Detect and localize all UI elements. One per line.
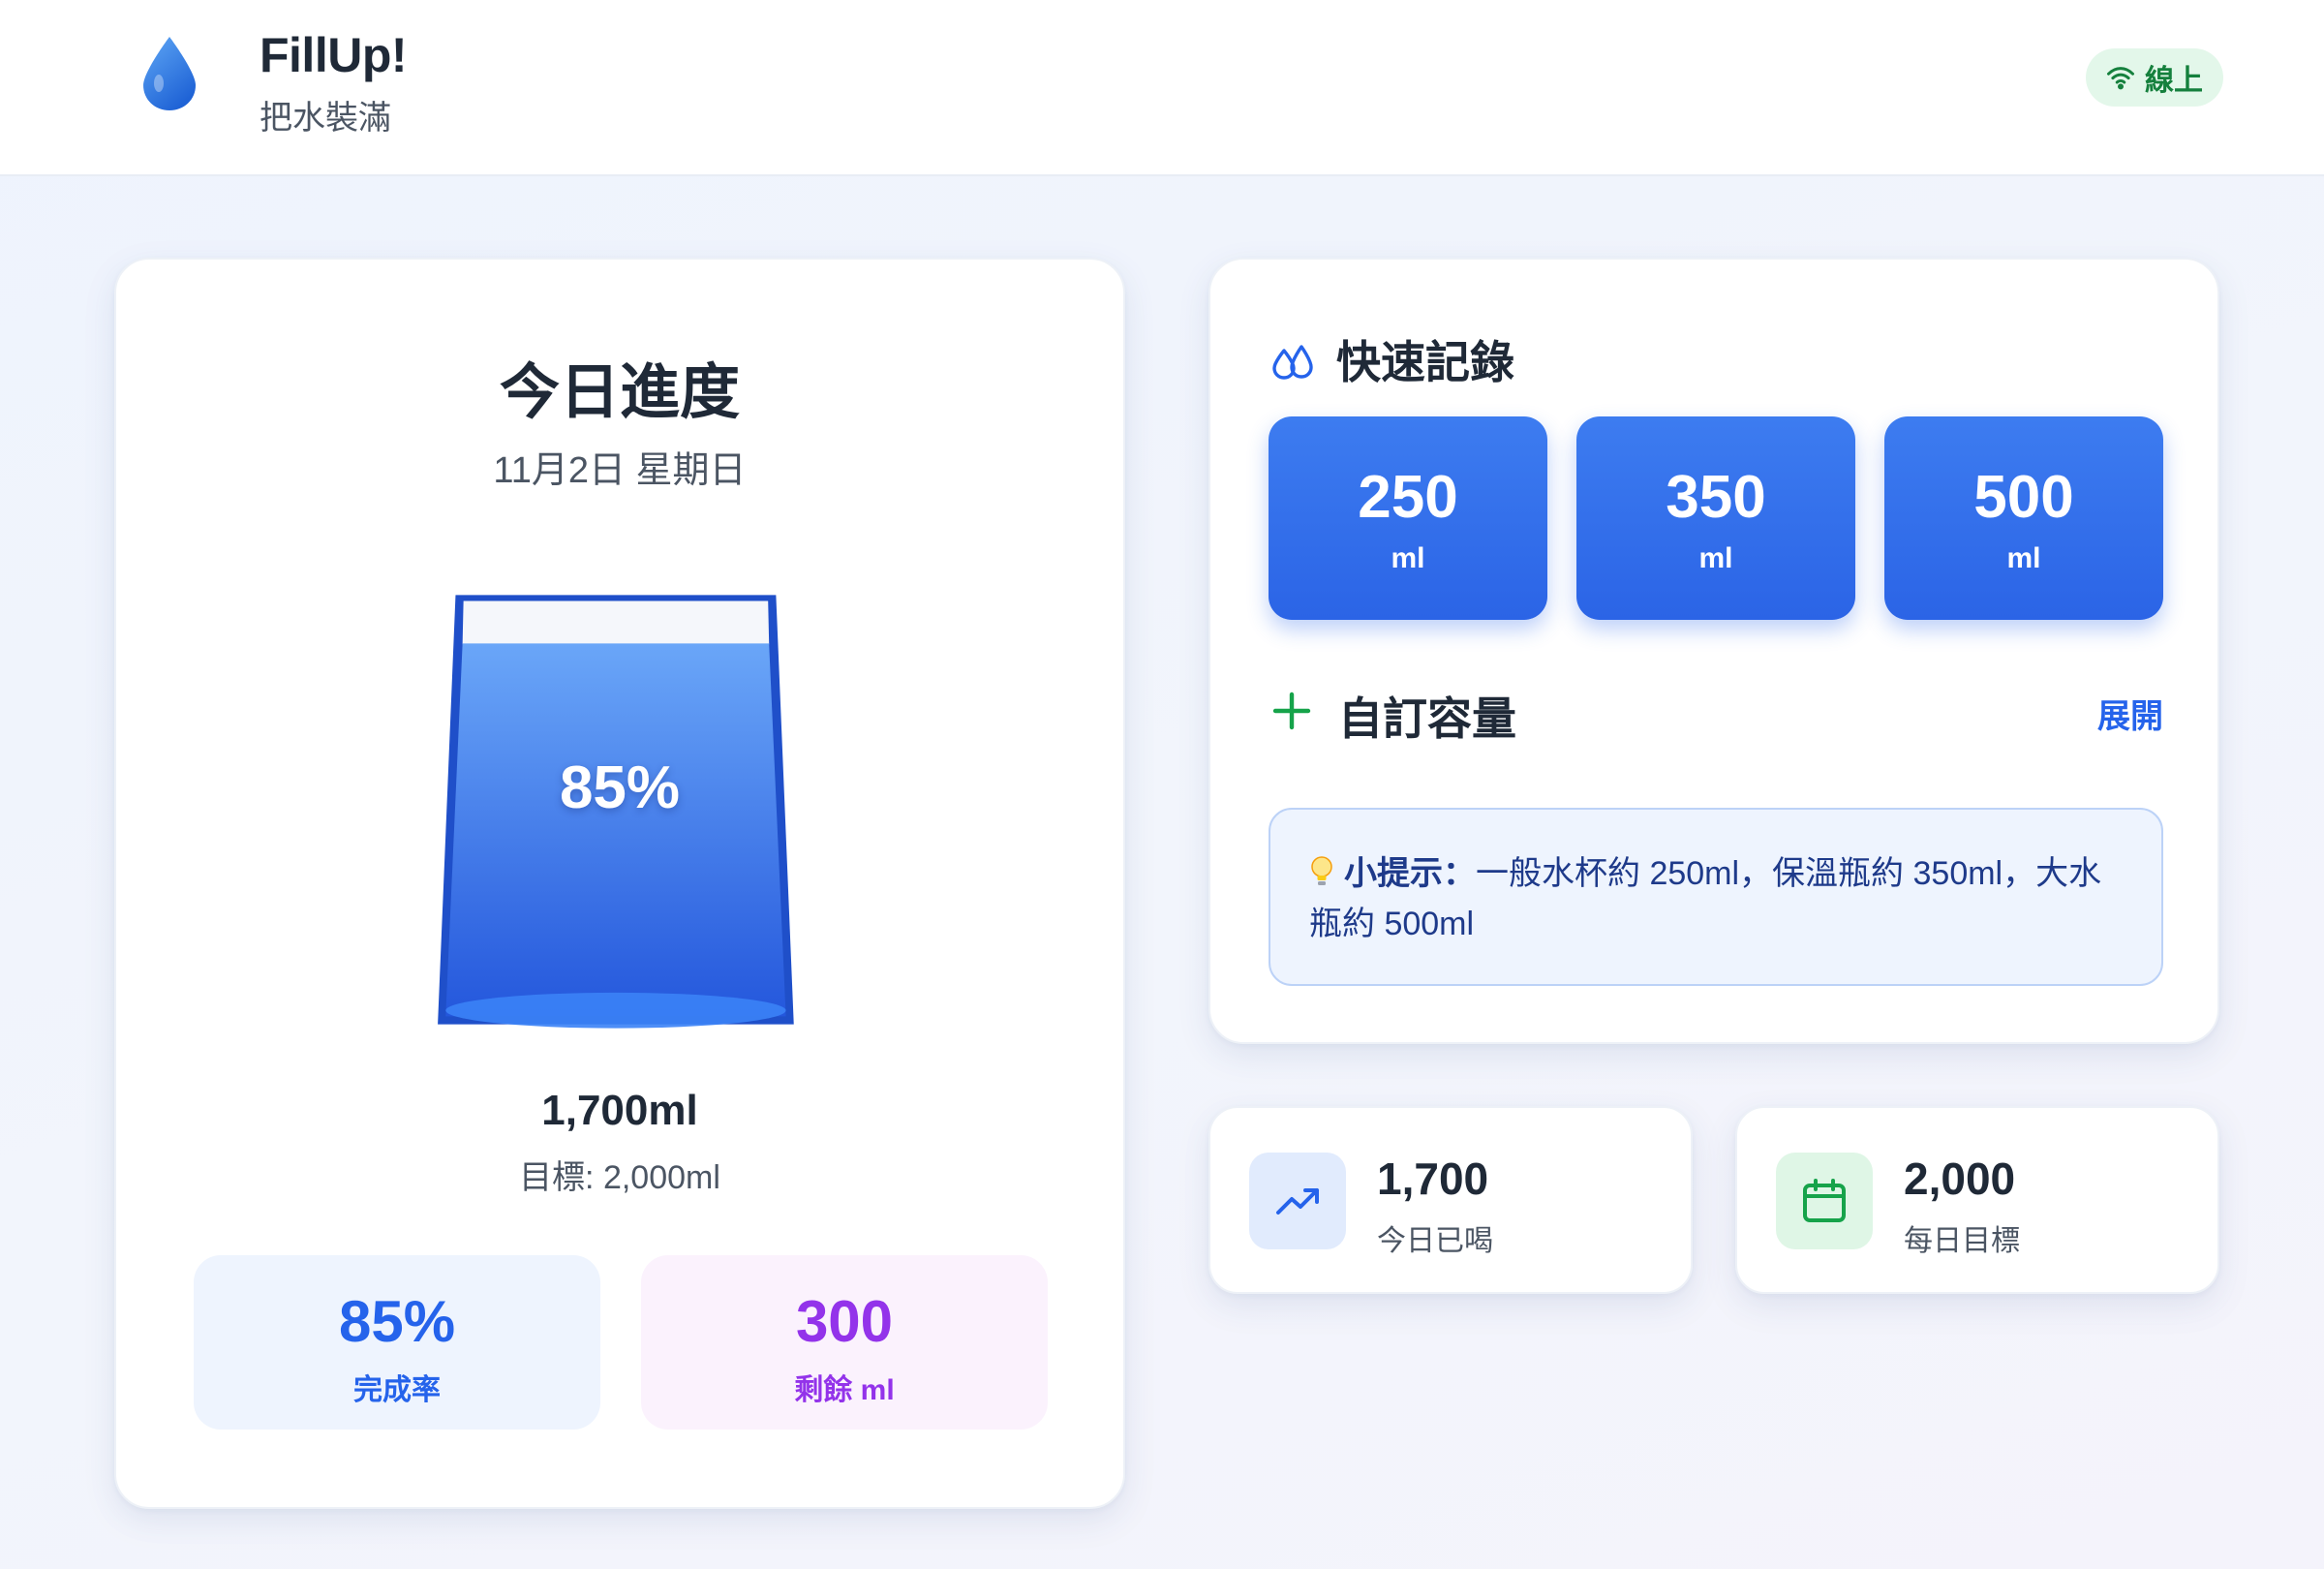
- quick-button-unit: ml: [2006, 542, 2041, 574]
- expand-button[interactable]: 展開: [2097, 690, 2163, 737]
- quick-record-card: 快速記錄 250 ml 350 ml 500 ml 自訂容量 展開 小提示：一般…: [1208, 258, 2219, 1044]
- today-drunk-value: 1,700: [1377, 1154, 1489, 1204]
- custom-amount-label: 自訂容量: [1338, 693, 1516, 744]
- wifi-icon: [2107, 67, 2134, 90]
- today-drunk-card: 1,700 今日已喝: [1208, 1106, 1693, 1294]
- quick-button-unit: ml: [1391, 542, 1425, 574]
- quick-button-unit: ml: [1698, 542, 1733, 574]
- status-label: 線上: [2145, 65, 2203, 97]
- quick-button-value: 350: [1666, 464, 1766, 531]
- quick-button-value: 500: [1973, 464, 2074, 531]
- app-subtitle: 把水裝滿: [260, 100, 391, 137]
- add-500ml-button[interactable]: 500 ml: [1884, 416, 2163, 620]
- daily-goal-label: 每日目標: [1904, 1225, 2020, 1257]
- plus-icon: [1272, 692, 1311, 730]
- today-drunk-label: 今日已喝: [1377, 1225, 1493, 1257]
- completion-rate-box: 85% 完成率: [194, 1255, 600, 1430]
- water-fill: [445, 643, 786, 1017]
- completion-rate-value: 85%: [338, 1289, 456, 1354]
- online-status-badge: 線上: [2086, 48, 2223, 107]
- remaining-box: 300 剩餘 ml: [641, 1255, 1048, 1430]
- water-drops-icon: [1272, 345, 1313, 380]
- remaining-label: 剩餘 ml: [794, 1374, 895, 1406]
- app-header: FillUp! 把水裝滿 線上: [0, 0, 2324, 176]
- remaining-value: 300: [795, 1289, 894, 1354]
- tip-heading: 小提示：: [1344, 855, 1476, 892]
- lightbulb-icon: [1311, 856, 1332, 885]
- progress-title: 今日進度: [499, 359, 740, 426]
- daily-goal-value: 2,000: [1904, 1154, 2016, 1204]
- add-350ml-button[interactable]: 350 ml: [1576, 416, 1855, 620]
- trending-up-icon: [1249, 1153, 1346, 1249]
- current-amount: 1,700ml: [541, 1087, 698, 1134]
- cup-percent-label: 85%: [559, 754, 681, 821]
- add-250ml-button[interactable]: 250 ml: [1269, 416, 1547, 620]
- water-cup: 85%: [407, 579, 833, 1044]
- today-progress-card: 今日進度 11月2日 星期日 85% 1,700ml 目標: 2,000ml 8…: [114, 258, 1125, 1509]
- daily-goal-card: 2,000 每日目標: [1735, 1106, 2219, 1294]
- tip-box: 小提示：一般水杯約 250ml，保溫瓶約 350ml，大水瓶約 500ml: [1269, 808, 2163, 986]
- quick-record-title: 快速記錄: [1336, 337, 1514, 387]
- water-drop-icon: [143, 37, 196, 110]
- water-base: [445, 992, 786, 1029]
- goal-amount: 目標: 2,000ml: [519, 1159, 720, 1196]
- progress-date: 11月2日 星期日: [493, 450, 747, 491]
- quick-record-header: 快速記錄: [1270, 327, 1514, 391]
- app-title: FillUp!: [260, 28, 408, 82]
- completion-rate-label: 完成率: [353, 1374, 441, 1406]
- quick-button-value: 250: [1358, 464, 1458, 531]
- custom-amount-row[interactable]: 自訂容量 展開: [1270, 682, 2163, 744]
- calendar-icon: [1776, 1153, 1873, 1249]
